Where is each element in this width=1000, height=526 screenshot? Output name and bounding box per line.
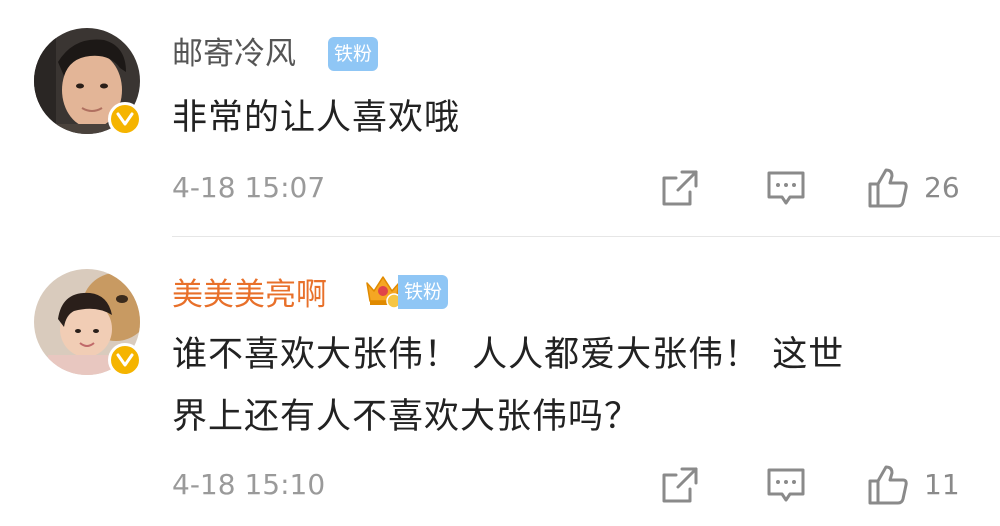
avatar[interactable]: [34, 269, 142, 377]
comment-text: 非常的让人喜欢哦: [172, 90, 460, 146]
comment-text-line: 谁不喜欢大张伟！ 人人都爱大张伟！ 这世: [172, 335, 845, 375]
like-button[interactable]: 26: [866, 166, 960, 210]
comment-text: 谁不喜欢大张伟！ 人人都爱大张伟！ 这世 界上还有人不喜欢大张伟吗？: [172, 327, 844, 445]
username[interactable]: 美美美亮啊: [172, 275, 327, 315]
like-button[interactable]: 11: [866, 463, 960, 507]
avatar[interactable]: [34, 28, 142, 136]
share-icon: [662, 170, 698, 206]
crown-icon: [364, 271, 402, 309]
comment-item: 美美美亮啊 铁粉 谁不喜欢大张伟！ 人人都爱大张伟！ 这世 界上还有人不喜欢大张…: [0, 237, 1000, 526]
username[interactable]: 邮寄冷风: [172, 34, 296, 74]
verified-v-icon: [108, 102, 142, 136]
reply-button[interactable]: [766, 465, 806, 505]
share-button[interactable]: [660, 465, 700, 505]
comment-item: 邮寄冷风 铁粉 非常的让人喜欢哦 4-18 15:07 26: [0, 0, 1000, 236]
timestamp: 4-18 15:10: [172, 468, 326, 501]
verified-v-icon: [108, 343, 142, 377]
thumbs-up-icon: [868, 168, 908, 208]
like-count: 11: [924, 468, 960, 501]
timestamp: 4-18 15:07: [172, 171, 326, 204]
fan-badge: 铁粉: [328, 37, 379, 71]
fan-badge: 铁粉: [398, 275, 449, 309]
comment-text-line: 非常的让人喜欢哦: [172, 98, 461, 138]
comment-icon: [767, 171, 805, 205]
comment-text-line: 界上还有人不喜欢大张伟吗？: [172, 397, 641, 437]
reply-button[interactable]: [766, 168, 806, 208]
comment-icon: [767, 468, 805, 502]
thumbs-up-icon: [868, 465, 908, 505]
share-button[interactable]: [660, 168, 700, 208]
like-count: 26: [924, 171, 960, 204]
share-icon: [662, 467, 698, 503]
